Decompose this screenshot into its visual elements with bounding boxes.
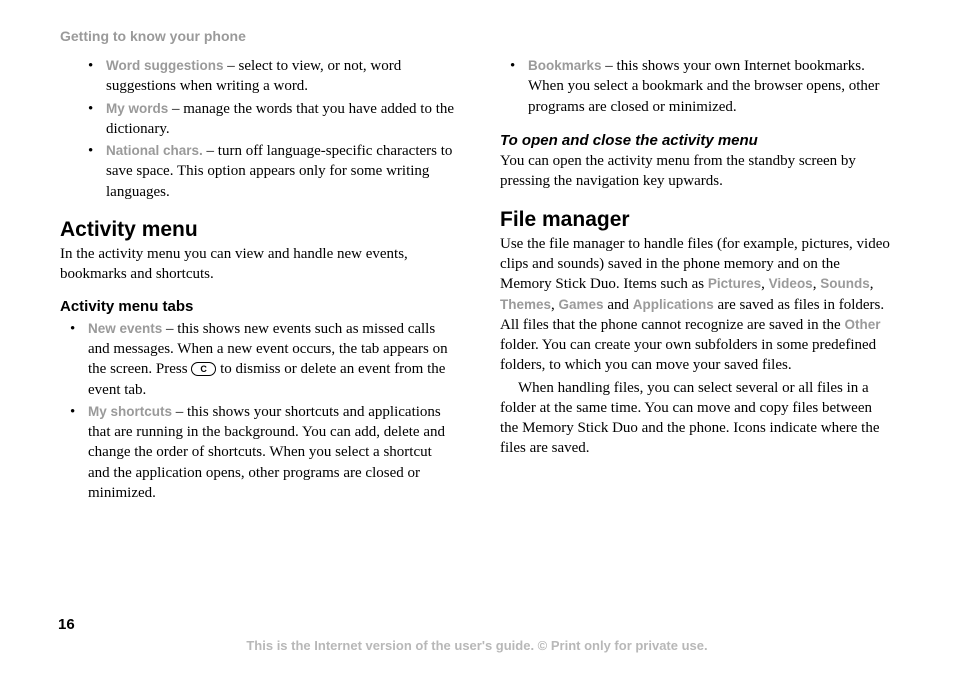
text-run: , — [761, 276, 769, 292]
list-item: My words – manage the words that you hav… — [88, 99, 454, 140]
text-run: , — [551, 297, 559, 313]
page: Getting to know your phone Word suggesti… — [0, 0, 954, 517]
folder-label: Themes — [500, 297, 551, 312]
page-number: 16 — [58, 616, 75, 633]
folder-label: Games — [559, 297, 604, 312]
paragraph: In the activity menu you can view and ha… — [60, 244, 454, 285]
heading-open-close: To open and close the activity menu — [500, 131, 894, 151]
option-label: Word suggestions — [106, 58, 224, 73]
folder-label: Pictures — [708, 276, 761, 291]
bookmarks-list: Bookmarks – this shows your own Internet… — [500, 56, 894, 117]
folder-label: Other — [844, 317, 880, 332]
folder-label: Applications — [633, 297, 714, 312]
text-run: folder. You can create your own subfolde… — [500, 337, 876, 373]
list-item: Bookmarks – this shows your own Internet… — [510, 56, 894, 117]
paragraph: You can open the activity menu from the … — [500, 151, 894, 192]
heading-activity-menu: Activity menu — [60, 216, 454, 244]
footer-notice: This is the Internet version of the user… — [0, 638, 954, 653]
option-label: Bookmarks — [528, 58, 602, 73]
text-run: and — [604, 297, 633, 313]
tabs-list: New events – this shows new events such … — [60, 319, 454, 503]
list-item: My shortcuts – this shows your shortcuts… — [70, 402, 454, 503]
column-left: Word suggestions – select to view, or no… — [60, 56, 454, 517]
text-run: , — [870, 276, 874, 292]
heading-activity-tabs: Activity menu tabs — [60, 297, 454, 317]
folder-label: Sounds — [820, 276, 870, 291]
column-right: Bookmarks – this shows your own Internet… — [500, 56, 894, 517]
folder-label: Videos — [769, 276, 813, 291]
option-label: My words — [106, 101, 168, 116]
option-label: National chars. — [106, 143, 203, 158]
options-list: Word suggestions – select to view, or no… — [60, 56, 454, 202]
list-item: National chars. – turn off language-spec… — [88, 141, 454, 202]
list-item: Word suggestions – select to view, or no… — [88, 56, 454, 97]
list-item: New events – this shows new events such … — [70, 319, 454, 400]
option-label: My shortcuts — [88, 404, 172, 419]
content-columns: Word suggestions – select to view, or no… — [60, 56, 894, 517]
heading-file-manager: File manager — [500, 206, 894, 234]
paragraph: When handling files, you can select seve… — [500, 378, 894, 459]
paragraph: Use the file manager to handle files (fo… — [500, 234, 894, 376]
option-label: New events — [88, 321, 162, 336]
keycap-c-icon: C — [191, 362, 216, 376]
page-header: Getting to know your phone — [60, 28, 894, 44]
